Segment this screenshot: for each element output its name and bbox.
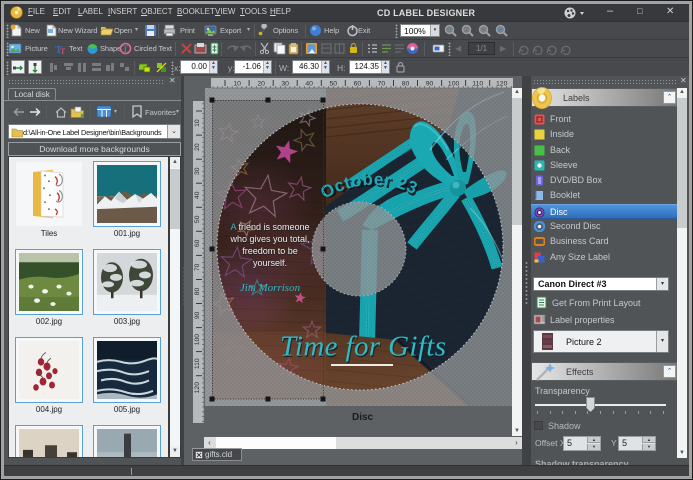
- svg-text:T: T: [123, 44, 129, 54]
- svg-text:100: 100: [194, 334, 201, 346]
- svg-text:Time for Gifts: Time for Gifts: [280, 331, 446, 363]
- svg-text:10: 10: [194, 119, 201, 127]
- svg-text:30: 30: [194, 167, 201, 175]
- svg-text:who gives you total,: who gives you total,: [229, 234, 309, 244]
- svg-text:110: 110: [194, 358, 201, 369]
- svg-text:A friend is someone: A friend is someone: [230, 222, 309, 232]
- svg-text:70: 70: [194, 263, 201, 271]
- svg-text:60: 60: [194, 239, 201, 247]
- svg-text:freedom to be: freedom to be: [242, 246, 298, 256]
- svg-text:yourself.: yourself.: [253, 258, 287, 268]
- svg-text:80: 80: [194, 288, 201, 296]
- svg-text:Jim Morrison: Jim Morrison: [240, 282, 301, 294]
- svg-text:120: 120: [194, 382, 201, 394]
- svg-text:20: 20: [194, 143, 201, 151]
- svg-text:T: T: [60, 47, 66, 55]
- svg-text:50: 50: [194, 215, 201, 223]
- svg-text:90: 90: [194, 312, 201, 320]
- svg-text:40: 40: [194, 191, 201, 199]
